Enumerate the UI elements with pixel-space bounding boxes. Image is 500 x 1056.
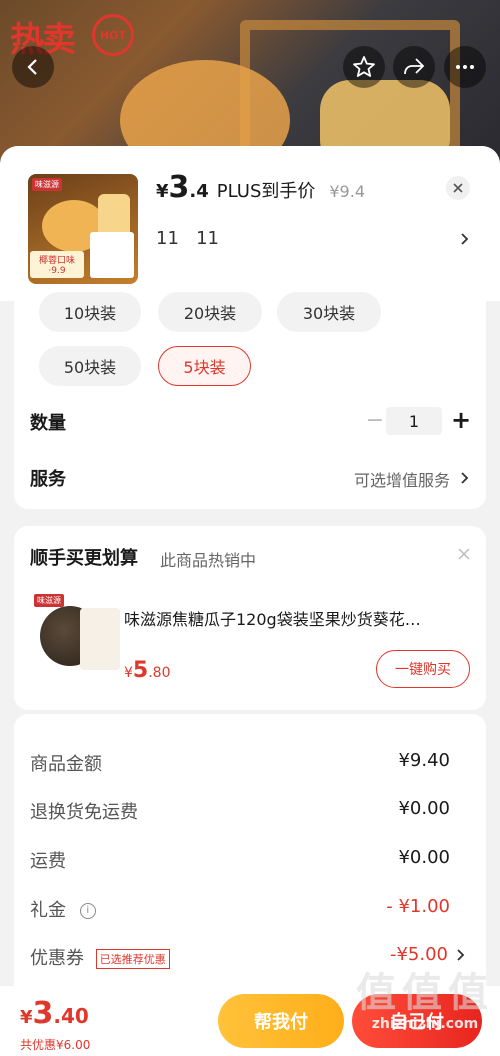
- one-click-buy-button[interactable]: 一键购买: [376, 650, 470, 688]
- price-block: ¥ 3 .4 PLUS到手价 ¥9.4: [156, 170, 365, 205]
- service-label: 服务: [30, 469, 66, 490]
- star-icon: [353, 56, 375, 77]
- product-thumbnail: 味滋源 椰蓉口味 ·9.9: [28, 174, 138, 284]
- share-button[interactable]: [393, 46, 435, 88]
- summary-row-shipping: 运费 ¥0.00: [30, 847, 450, 872]
- chevron-right-icon: [457, 949, 465, 961]
- addon-brand: 味滋源: [34, 594, 64, 607]
- spec-card: 10块装 20块装 30块装 50块装 5块装 数量 − 1 + 服务 可选增值…: [14, 292, 486, 509]
- summary-row-amount: 商品金额 ¥9.40: [30, 750, 450, 775]
- close-button[interactable]: [446, 176, 470, 200]
- discount-total: 共优惠¥6.00: [20, 1038, 91, 1052]
- close-icon: [453, 183, 463, 193]
- back-button[interactable]: [12, 46, 54, 88]
- spec-option[interactable]: 50块装: [39, 346, 141, 386]
- spec-option-selected[interactable]: 5块装: [158, 346, 251, 386]
- favorite-button[interactable]: [343, 46, 385, 88]
- purchase-sheet: 味滋源 椰蓉口味 ·9.9 ¥ 3 .4 PLUS到手价 ¥9.4 11 11 …: [0, 146, 500, 1056]
- thumb-label: 椰蓉口味 ·9.9: [30, 251, 84, 278]
- spec-option[interactable]: 30块装: [277, 292, 381, 332]
- info-icon[interactable]: i: [79, 903, 96, 919]
- coupon-tag: 已选推荐优惠: [95, 949, 170, 969]
- addon-item-name[interactable]: 味滋源焦糖瓜子120g袋装坚果炒货葵花…: [124, 606, 464, 630]
- quantity-input[interactable]: 1: [386, 407, 442, 435]
- summary-row-return-shipping: 退换货免运费 ¥0.00: [30, 798, 450, 823]
- chevron-right-icon: [461, 472, 469, 484]
- service-value[interactable]: 可选增值服务: [354, 467, 450, 491]
- summary-row-gift: 礼金 i - ¥1.00: [30, 896, 450, 921]
- addon-title: 顺手买更划算: [30, 548, 138, 569]
- hot-badge: HOT: [92, 14, 134, 56]
- quantity-label: 数量: [30, 413, 66, 434]
- price-integer: 3: [168, 170, 190, 205]
- spec-option[interactable]: 20块装: [158, 292, 262, 332]
- summary-row-coupon[interactable]: 优惠券 已选推荐优惠 -¥5.00: [30, 944, 468, 970]
- plus-price-label: PLUS到手价: [216, 181, 316, 202]
- addon-thumbnail: 味滋源: [30, 592, 126, 680]
- share-icon: [404, 58, 425, 75]
- total-price: ¥ 3 .40: [20, 996, 89, 1031]
- more-dots-icon: [456, 65, 474, 69]
- addon-subtitle: 此商品热销中: [160, 551, 257, 570]
- original-price: ¥9.4: [329, 182, 365, 201]
- addon-price: ¥ 5 .80: [124, 658, 171, 683]
- watermark: 值值值 zhizhizhi.com: [356, 970, 494, 1032]
- spec-option[interactable]: 10块装: [39, 292, 141, 332]
- chevron-left-icon: [27, 59, 37, 75]
- selected-spec[interactable]: 11 11: [156, 228, 219, 249]
- price-decimal: .4: [189, 181, 209, 202]
- more-button[interactable]: [444, 46, 486, 88]
- quantity-plus-button[interactable]: +: [446, 405, 476, 435]
- chevron-right-icon: [461, 233, 469, 245]
- close-icon[interactable]: [458, 548, 470, 560]
- price-currency: ¥: [156, 181, 169, 202]
- addon-card: 顺手买更划算 此商品热销中 味滋源 味滋源焦糖瓜子120g袋装坚果炒货葵花… ¥…: [14, 526, 486, 710]
- thumb-brand: 味滋源: [32, 178, 62, 191]
- help-me-pay-button[interactable]: 帮我付: [218, 994, 344, 1048]
